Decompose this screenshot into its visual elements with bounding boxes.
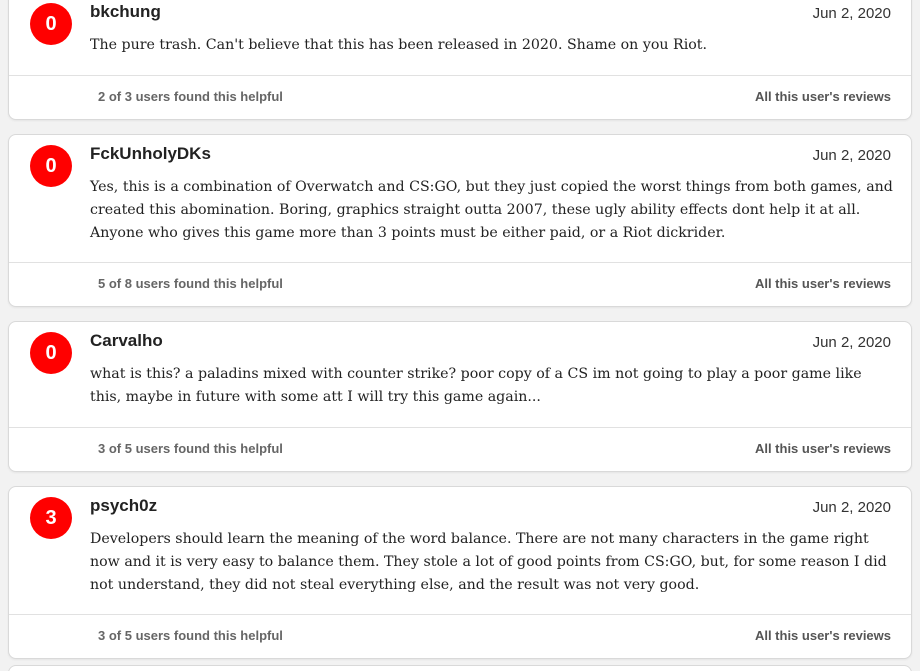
score-badge: 0 (30, 145, 72, 187)
review-date: Jun 2, 2020 (812, 5, 891, 22)
review-date: Jun 2, 2020 (812, 334, 891, 351)
review-card: 0 Carvalho Jun 2, 2020 what is this? a p… (8, 321, 912, 472)
review-author-link[interactable]: bkchung (90, 2, 161, 22)
review-card: 0 bkchung Jun 2, 2020 The pure trash. Ca… (8, 0, 912, 120)
score-badge: 3 (30, 497, 72, 539)
review-date: Jun 2, 2020 (812, 147, 891, 164)
review-author-link[interactable]: FckUnholyDKs (90, 144, 211, 164)
review-date: Jun 2, 2020 (812, 499, 891, 516)
all-user-reviews-link[interactable]: All this user's reviews (755, 628, 891, 643)
review-author-link[interactable]: Carvalho (90, 331, 163, 351)
review-author-link[interactable]: psych0z (90, 496, 157, 516)
review-card: 0 FckUnholyDKs Jun 2, 2020 Yes, this is … (8, 134, 912, 307)
score-badge: 0 (30, 3, 72, 45)
review-text: Developers should learn the meaning of t… (90, 531, 887, 593)
helpful-count: 2 of 3 users found this helpful (98, 89, 283, 104)
helpful-count: 3 of 5 users found this helpful (98, 628, 283, 643)
next-review-card-edge (8, 665, 912, 671)
all-user-reviews-link[interactable]: All this user's reviews (755, 89, 891, 104)
score-badge: 0 (30, 332, 72, 374)
review-footer: 5 of 8 users found this helpful All this… (9, 262, 911, 306)
review-footer: 2 of 3 users found this helpful All this… (9, 75, 911, 119)
review-text: The pure trash. Can't believe that this … (90, 37, 707, 53)
helpful-count: 5 of 8 users found this helpful (98, 276, 283, 291)
review-text: what is this? a paladins mixed with coun… (90, 366, 862, 405)
review-list: 0 bkchung Jun 2, 2020 The pure trash. Ca… (0, 0, 920, 671)
review-footer: 3 of 5 users found this helpful All this… (9, 427, 911, 471)
all-user-reviews-link[interactable]: All this user's reviews (755, 276, 891, 291)
review-card: 3 psych0z Jun 2, 2020 Developers should … (8, 486, 912, 659)
all-user-reviews-link[interactable]: All this user's reviews (755, 441, 891, 456)
helpful-count: 3 of 5 users found this helpful (98, 441, 283, 456)
review-footer: 3 of 5 users found this helpful All this… (9, 614, 911, 658)
review-text: Yes, this is a combination of Overwatch … (90, 179, 893, 241)
